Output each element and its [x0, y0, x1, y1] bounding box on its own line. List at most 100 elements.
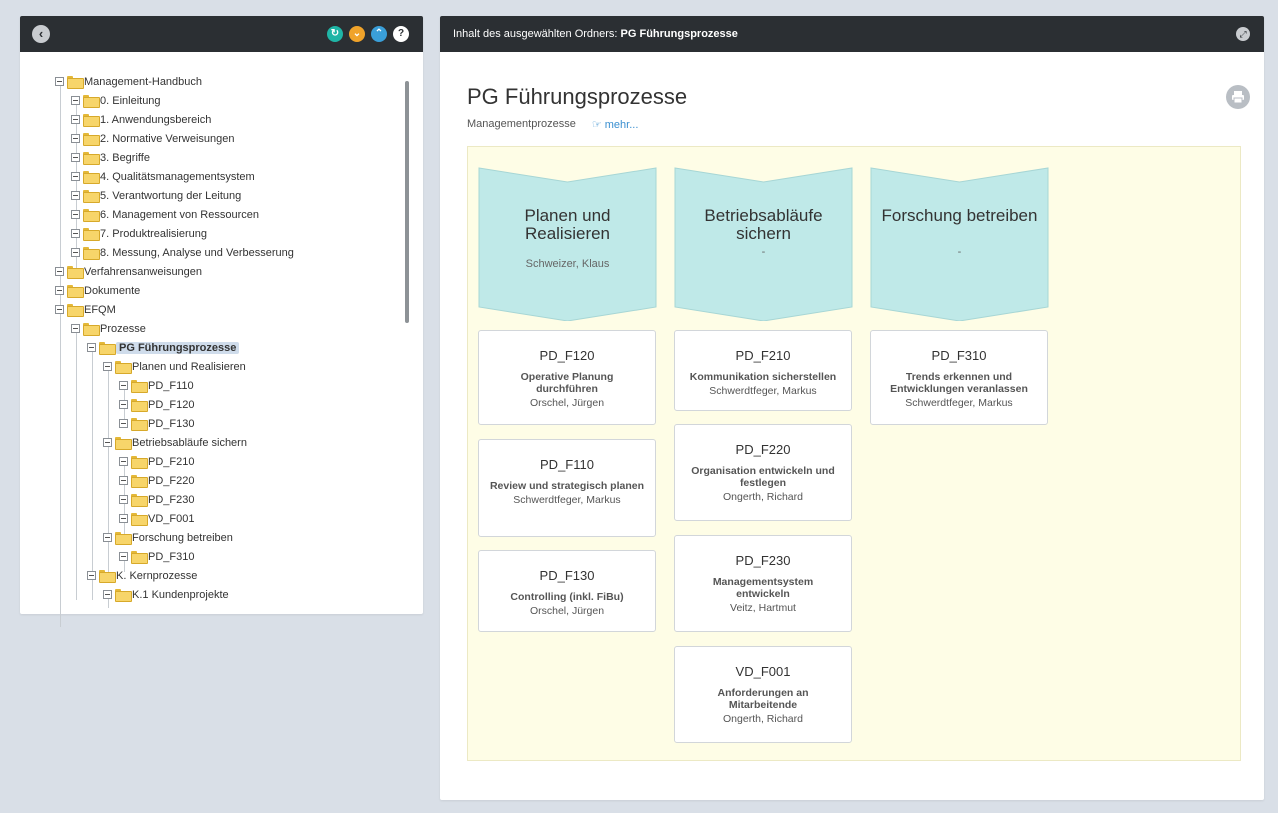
collapse-icon[interactable]: [71, 324, 80, 333]
tree-item[interactable]: 1. Anwendungsbereich: [71, 110, 211, 129]
process-card[interactable]: PD_F110 Review und strategisch planen Schw…: [478, 439, 656, 537]
folder-icon: [115, 532, 132, 545]
process-group-title: Betriebsabläufe sichern: [704, 206, 823, 243]
tree-item[interactable]: 0. Einleitung: [71, 91, 161, 110]
collapse-icon[interactable]: [103, 362, 112, 371]
chevron-left-icon[interactable]: ‹: [32, 25, 50, 43]
collapse-icon[interactable]: [119, 476, 128, 485]
tree-item[interactable]: PD_F310: [119, 547, 194, 566]
collapse-icon[interactable]: [119, 457, 128, 466]
chevron-up-icon[interactable]: ⌃: [371, 26, 387, 42]
help-icon[interactable]: ?: [393, 26, 409, 42]
folder-icon: [131, 494, 148, 507]
collapse-icon[interactable]: [87, 571, 96, 580]
process-group-header[interactable]: Forschung betreiben -: [870, 167, 1049, 321]
collapse-icon[interactable]: [119, 419, 128, 428]
folder-icon: [83, 152, 100, 165]
print-icon[interactable]: [1226, 85, 1250, 109]
tree-item[interactable]: Management-Handbuch: [55, 72, 202, 91]
collapse-icon[interactable]: [119, 381, 128, 390]
tree-item[interactable]: 4. Qualitätsmanagementsystem: [71, 167, 255, 186]
tree-item[interactable]: 2. Normative Verweisungen: [71, 129, 235, 148]
collapse-icon[interactable]: [119, 514, 128, 523]
process-owner: Schwerdtfeger, Markus: [513, 494, 621, 506]
process-card[interactable]: PD_F120 Operative Planung durchführen Orsc…: [478, 330, 656, 425]
content-header-folder: PG Führungsprozesse: [620, 28, 738, 40]
tree-item[interactable]: K. Kernprozesse: [87, 566, 197, 585]
tree-item[interactable]: PD_F130: [119, 414, 194, 433]
tree-item[interactable]: Betriebsabläufe sichern: [103, 433, 247, 452]
tree-item[interactable]: Dokumente: [55, 281, 140, 300]
chevron-down-icon[interactable]: ⌄: [349, 26, 365, 42]
tree-item[interactable]: PD_F220: [119, 471, 194, 490]
collapse-icon[interactable]: [119, 400, 128, 409]
tree-item-label: PD_F120: [148, 398, 195, 411]
collapse-icon[interactable]: [119, 552, 128, 561]
process-card[interactable]: PD_F220 Organisation entwickeln und festl…: [674, 424, 852, 521]
tree-item[interactable]: PD_F230: [119, 490, 194, 509]
tree-item[interactable]: VD_F001: [119, 509, 194, 528]
tree-item-label: PG Führungsprozesse: [116, 341, 240, 354]
process-group-owner: -: [761, 246, 766, 258]
tree-item[interactable]: PD_F210: [119, 452, 194, 471]
collapse-icon[interactable]: [87, 343, 96, 352]
expand-icon[interactable]: ⤢: [1236, 27, 1250, 41]
tree-item[interactable]: Forschung betreiben: [103, 528, 233, 547]
collapse-icon[interactable]: [71, 172, 80, 181]
tree-item[interactable]: Planen und Realisieren: [103, 357, 246, 376]
collapse-icon[interactable]: [71, 96, 80, 105]
process-card[interactable]: PD_F130 Controlling (inkl. FiBu) Orschel, …: [478, 550, 656, 632]
tree-item[interactable]: 8. Messung, Analyse und Verbesserung: [71, 243, 294, 262]
collapse-icon[interactable]: [71, 248, 80, 257]
process-card[interactable]: VD_F001 Anforderungen an Mitarbeitende Ong…: [674, 646, 852, 743]
tree-item-label: 7. Produktrealisierung: [100, 227, 208, 240]
tree-item[interactable]: PD_F120: [119, 395, 194, 414]
collapse-icon[interactable]: [103, 590, 112, 599]
collapse-icon[interactable]: [55, 305, 64, 314]
tree-item[interactable]: 5. Verantwortung der Leitung: [71, 186, 241, 205]
folder-tree: Management-Handbuch 0. Einleitung 1. Anwen…: [20, 52, 423, 627]
tree-item-label: Management-Handbuch: [84, 75, 203, 88]
tree-item[interactable]: 3. Begriffe: [71, 148, 150, 167]
collapse-icon[interactable]: [103, 533, 112, 542]
process-card[interactable]: PD_F230 Managementsystem entwickeln Veitz,…: [674, 535, 852, 632]
collapse-icon[interactable]: [119, 495, 128, 504]
folder-icon: [67, 285, 84, 298]
process-title: Review und strategisch planen: [489, 480, 645, 492]
tree-item-label: PD_F130: [148, 417, 195, 430]
collapse-icon[interactable]: [71, 115, 80, 124]
tree-item[interactable]: Prozesse: [71, 319, 146, 338]
process-group-header[interactable]: Planen und Realisieren Schweizer, Klaus: [478, 167, 657, 321]
refresh-icon[interactable]: ↻: [327, 26, 343, 42]
folder-icon: [83, 190, 100, 203]
collapse-icon[interactable]: [55, 267, 64, 276]
process-card[interactable]: PD_F310 Trends erkennen und Entwicklungen…: [870, 330, 1048, 425]
tree-item[interactable]: 7. Produktrealisierung: [71, 224, 207, 243]
tree-scrollbar[interactable]: [405, 81, 409, 323]
process-title: Organisation entwickeln und festlegen: [691, 465, 835, 489]
process-card[interactable]: PD_F210 Kommunikation sicherstellen Schwer…: [674, 330, 852, 411]
process-owner: Schwerdtfeger, Markus: [709, 385, 817, 397]
collapse-icon[interactable]: [71, 191, 80, 200]
tree-item[interactable]: EFQM: [55, 300, 116, 319]
collapse-icon[interactable]: [55, 286, 64, 295]
process-code: PD_F120: [539, 348, 595, 363]
collapse-icon[interactable]: [55, 77, 64, 86]
collapse-icon[interactable]: [71, 134, 80, 143]
process-owner: Orschel, Jürgen: [529, 397, 605, 409]
collapse-icon[interactable]: [103, 438, 112, 447]
collapse-icon[interactable]: [71, 210, 80, 219]
process-group-title: Forschung betreiben: [881, 206, 1038, 225]
tree-item[interactable]: PD_F110: [119, 376, 194, 395]
tree-item[interactable]: PG Führungsprozesse: [87, 338, 240, 357]
tree-item[interactable]: Verfahrensanweisungen: [55, 262, 202, 281]
collapse-icon[interactable]: [71, 153, 80, 162]
tree-item[interactable]: 6. Management von Ressourcen: [71, 205, 259, 224]
tree-item-label: Prozesse: [100, 322, 146, 335]
folder-icon: [131, 380, 148, 393]
more-link[interactable]: ☞ mehr...: [592, 118, 639, 131]
folder-icon: [99, 342, 116, 355]
collapse-icon[interactable]: [71, 229, 80, 238]
tree-item[interactable]: K.1 Kundenprojekte: [103, 585, 229, 604]
process-group-header[interactable]: Betriebsabläufe sichern -: [674, 167, 853, 321]
